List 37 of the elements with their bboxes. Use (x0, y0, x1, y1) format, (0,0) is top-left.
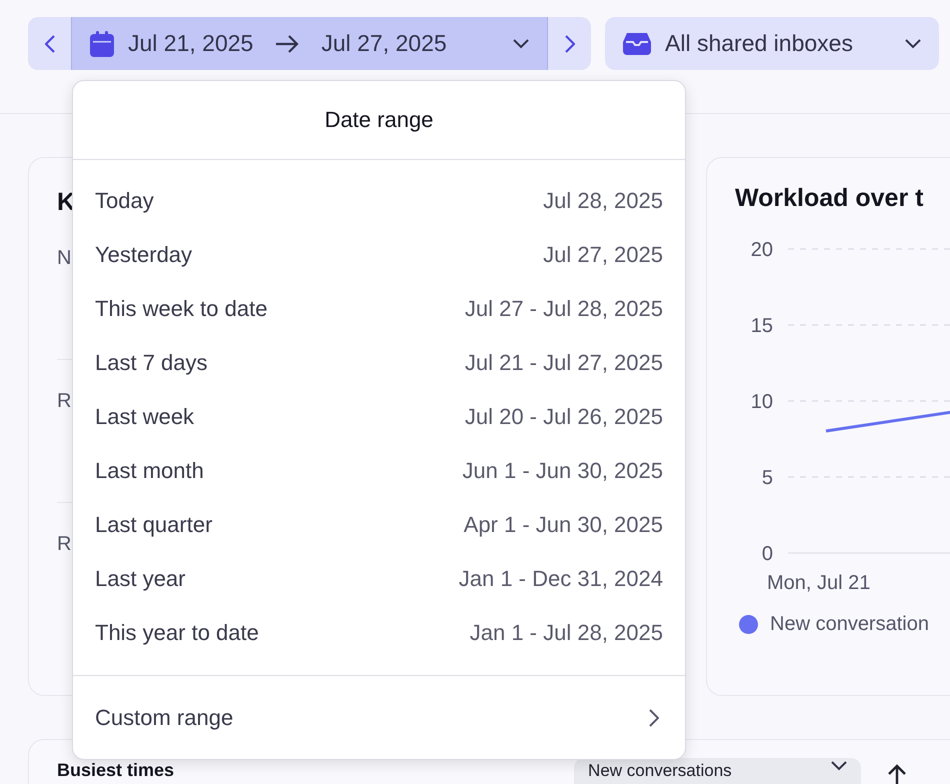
axis-tick-label: 15 (750, 315, 773, 337)
chevron-down-icon (831, 761, 848, 771)
arrow-up-icon (887, 764, 908, 784)
legend-label: New conversation (770, 613, 929, 636)
chevron-right-icon (564, 34, 574, 52)
axis-tick-label: 10 (750, 391, 773, 413)
inbox-filter-button[interactable]: All shared inboxes (605, 17, 939, 70)
metric-label: R (57, 390, 72, 413)
date-range-option[interactable]: Today Jul 28, 2025 (73, 174, 685, 228)
metric-label: N (57, 247, 72, 270)
date-range-option[interactable]: This week to date Jul 27 - Jul 28, 2025 (73, 282, 685, 336)
date-range-option[interactable]: Yesterday Jul 27, 2025 (73, 228, 685, 282)
date-range-button[interactable]: Jul 21, 2025 Jul 27, 2025 (71, 17, 548, 70)
inbox-tray-icon (623, 32, 651, 54)
card-title: K (57, 188, 76, 217)
date-range-option[interactable]: Last year Jan 1 - Dec 31, 2024 (73, 552, 685, 606)
custom-range-option[interactable]: Custom range (73, 676, 685, 759)
metric-label: R (57, 533, 72, 556)
date-range-option[interactable]: Last 7 days Jul 21 - Jul 27, 2025 (73, 336, 685, 390)
axis-tick-label: 20 (750, 239, 773, 261)
menu-title: Date range (324, 107, 434, 134)
axis-tick-label: Mon, Jul 21 (767, 572, 870, 594)
metric-select[interactable]: New conversations (574, 758, 862, 784)
calendar-icon (90, 30, 114, 56)
date-range-option[interactable]: Last week Jul 20 - Jul 26, 2025 (73, 390, 685, 444)
axis-tick-label: 0 (762, 543, 773, 565)
chevron-down-icon (513, 38, 529, 48)
date-range-option[interactable]: Last quarter Apr 1 - Jun 30, 2025 (73, 498, 685, 552)
card-title: Busiest times (57, 760, 174, 781)
chevron-right-icon (649, 708, 659, 727)
card-title: Workload over t (734, 184, 924, 213)
date-range-option[interactable]: Last month Jun 1 - Jun 30, 2025 (73, 444, 685, 498)
date-range-option[interactable]: This year to date Jan 1 - Jul 28, 2025 (73, 606, 685, 660)
chevron-down-icon (905, 38, 921, 48)
axis-tick-label: 5 (762, 467, 773, 489)
chevron-left-icon (44, 34, 54, 52)
arrow-right-icon (275, 34, 300, 52)
